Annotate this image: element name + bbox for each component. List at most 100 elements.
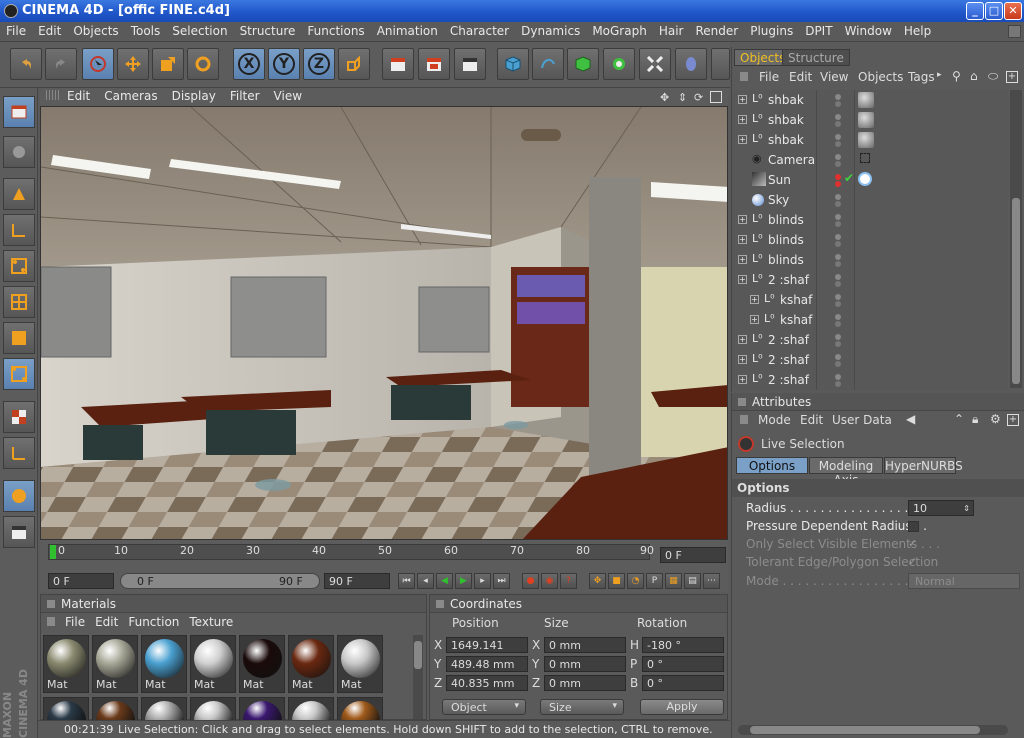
render-visibility-dot[interactable] [835,161,841,167]
menu-render[interactable]: Render [689,22,744,38]
menu-structure[interactable]: Structure [234,22,302,38]
materials-menu-edit[interactable]: Edit [95,613,118,629]
material-swatch[interactable]: Mat [92,635,138,693]
new-window-icon[interactable]: + [1007,414,1019,426]
deformer-button[interactable] [639,48,671,80]
attributes-menu-mode[interactable]: Mode [758,413,791,427]
render-visibility-dot[interactable] [835,121,841,127]
editor-visibility-dot[interactable] [835,134,841,140]
viewport-menu-display[interactable]: Display [165,88,223,103]
editor-visibility-dot[interactable] [835,254,841,260]
materials-menu-file[interactable]: File [65,613,85,629]
keyframe-selection-button[interactable]: ? [560,573,577,589]
undo-button[interactable] [10,48,42,80]
menu-window[interactable]: Window [839,22,898,38]
render-visibility-dot[interactable] [835,361,841,367]
material-swatch[interactable]: Mat [337,635,383,693]
z-axis-button[interactable]: Z [303,48,335,80]
editor-visibility-dot[interactable] [835,374,841,380]
rotation-h-field[interactable]: -180 ° [642,637,724,653]
next-key-button[interactable]: ▸ [474,573,491,589]
pan-icon[interactable]: ✥ [660,91,672,104]
expand-toggle-icon[interactable]: + [750,295,759,304]
objects-menu-objects[interactable]: Objects [858,70,903,84]
pressure-radius-checkbox[interactable] [908,521,919,532]
render-visibility-dot[interactable] [835,381,841,387]
zoom-icon[interactable]: ⇕ [678,91,690,104]
render-visibility-dot[interactable] [835,341,841,347]
expand-toggle-icon[interactable]: + [738,255,747,264]
menu-edit[interactable]: Edit [32,22,67,38]
object-row[interactable]: + L⁰ blinds [732,250,1007,270]
make-editable-button[interactable] [3,136,35,168]
object-row[interactable]: + L⁰ 2 :shaf [732,370,1007,390]
menu-corner-icon[interactable] [1008,25,1021,38]
play-backward-button[interactable]: ◀ [436,573,453,589]
visible-only-checkbox[interactable]: ✓ [908,537,917,550]
y-axis-button[interactable]: Y [268,48,300,80]
end-frame-field[interactable]: 90 F [324,573,390,589]
object-row[interactable]: + L⁰ kshaf [732,290,1007,310]
x-axis-button[interactable]: X [233,48,265,80]
previous-key-button[interactable]: ◂ [417,573,434,589]
polygon-mode-button[interactable] [3,286,35,318]
go-to-start-button[interactable]: ⏮ [398,573,415,589]
object-list[interactable]: + L⁰ shbak + L⁰ shbak + L⁰ shbak ◉ Camera Sun ✔ Sky + L… [732,90,1008,390]
timeline-playhead[interactable] [50,545,56,559]
mode-select[interactable]: Normal [908,573,1020,589]
size-y-field[interactable]: 0 mm [544,656,626,672]
menu-dpit[interactable]: DPIT [799,22,838,38]
close-button[interactable]: ✕ [1004,2,1022,20]
point-mode-button[interactable] [3,214,35,246]
menu-functions[interactable]: Functions [301,22,370,38]
spline-button[interactable] [532,48,564,80]
menu-mograph[interactable]: MoGraph [586,22,653,38]
axis-mode-button[interactable] [3,437,35,469]
viewport-menu-cameras[interactable]: Cameras [97,88,164,103]
expand-toggle-icon[interactable]: + [738,115,747,124]
attributes-h-scrollbar[interactable] [738,725,1008,735]
redo-button[interactable] [45,48,77,80]
editor-visibility-dot[interactable] [835,114,841,120]
menu-dynamics[interactable]: Dynamics [515,22,586,38]
size-z-field[interactable]: 0 mm [544,675,626,691]
menu-hair[interactable]: Hair [653,22,690,38]
expand-toggle-icon[interactable]: + [750,315,759,324]
objects-menu-tags[interactable]: Tags [908,70,935,84]
material-swatch[interactable] [92,697,138,725]
back-arrow-icon[interactable]: ◀ [906,412,915,426]
current-frame-field[interactable]: 0 F [660,547,726,563]
menu-tools[interactable]: Tools [125,22,167,38]
maximize-view-icon[interactable] [710,91,722,103]
editor-visibility-dot[interactable] [835,274,841,280]
size-mode-select[interactable]: Size ▾ [540,699,624,715]
material-swatch[interactable]: Mat [141,635,187,693]
coordinate-mode-select[interactable]: Object ▾ [442,699,526,715]
object-axis-button[interactable] [3,178,35,210]
material-swatch[interactable]: Mat [190,635,236,693]
rotation-p-field[interactable]: 0 ° [642,656,724,672]
move-button[interactable] [117,48,149,80]
sun-expression-tag-icon[interactable] [858,172,872,186]
objects-menu-edit[interactable]: Edit [789,70,812,84]
menu-plugins[interactable]: Plugins [744,22,799,38]
texture-mode-button[interactable] [3,401,35,433]
material-swatch[interactable] [239,697,285,725]
range-slider[interactable]: 0 F 90 F [120,573,320,589]
protection-tag-icon[interactable] [860,153,870,163]
maximize-button[interactable]: □ [985,2,1003,20]
new-window-icon[interactable]: + [1006,71,1018,83]
scale-button[interactable] [152,48,184,80]
material-tag-icon[interactable] [858,112,874,128]
object-row[interactable]: + L⁰ 2 :shaf [732,330,1007,350]
apply-button[interactable]: Apply [640,699,724,715]
key-scale-button[interactable]: ■ [608,573,625,589]
key-parameter-button[interactable]: P [646,573,663,589]
objects-menu-view[interactable]: View [820,70,848,84]
live-selection-button[interactable] [82,48,114,80]
expand-toggle-icon[interactable]: + [738,135,747,144]
object-row[interactable]: + L⁰ shbak [732,90,1007,110]
material-swatch[interactable] [43,697,89,725]
model-mode-button[interactable] [3,358,35,390]
expand-toggle-icon[interactable] [738,195,747,204]
